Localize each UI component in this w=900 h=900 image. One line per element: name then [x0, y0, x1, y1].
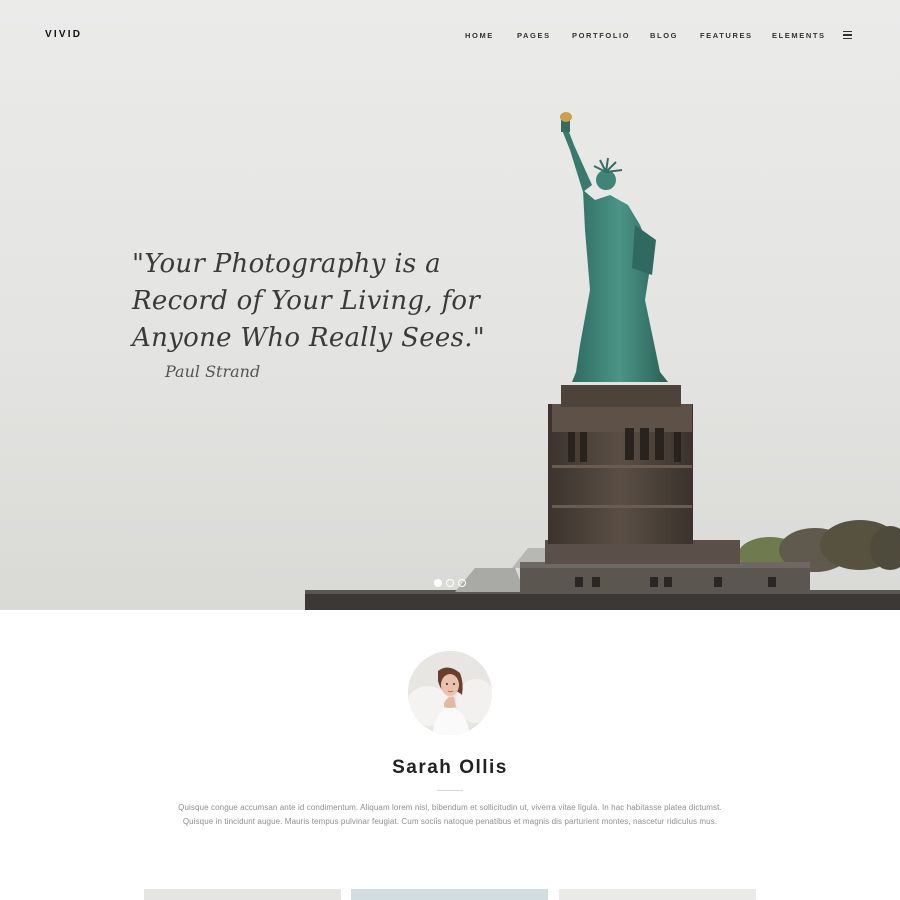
slider-dot-1[interactable] — [434, 579, 442, 587]
nav-item-pages[interactable]: PAGES — [517, 31, 551, 40]
nav-item-home[interactable]: HOME — [465, 31, 494, 40]
menu-line — [843, 31, 852, 33]
nav-item-features[interactable]: FEATURES — [700, 31, 753, 40]
profile-bio: Quisque congue accumsan ante id condimen… — [178, 803, 722, 826]
hero-slider: VIVID HOME PAGES PORTFOLIO BLOG FEATURES… — [0, 0, 900, 610]
gallery-thumbnail-2[interactable] — [351, 889, 548, 900]
quote-author: Paul Strand — [165, 362, 261, 381]
gallery-thumbnail-3[interactable] — [559, 889, 756, 900]
nav-item-portfolio[interactable]: PORTFOLIO — [572, 31, 630, 40]
slider-dot-3[interactable] — [458, 579, 466, 587]
menu-line — [843, 37, 852, 39]
brand-logo[interactable]: VIVID — [45, 29, 82, 40]
nav-item-blog[interactable]: BLOG — [650, 31, 678, 40]
nav-item-elements[interactable]: ELEMENTS — [772, 31, 826, 40]
hero-quote: "Your Photography is a Record of Your Li… — [132, 249, 486, 353]
avatar — [408, 651, 492, 735]
gallery-thumbnail-1[interactable] — [144, 889, 341, 900]
menu-line — [843, 34, 852, 36]
hamburger-menu-icon[interactable] — [843, 31, 852, 40]
avatar-photo — [408, 651, 492, 735]
profile-name: Sarah Ollis — [392, 757, 508, 778]
divider — [437, 790, 463, 791]
slider-dot-2[interactable] — [446, 579, 454, 587]
